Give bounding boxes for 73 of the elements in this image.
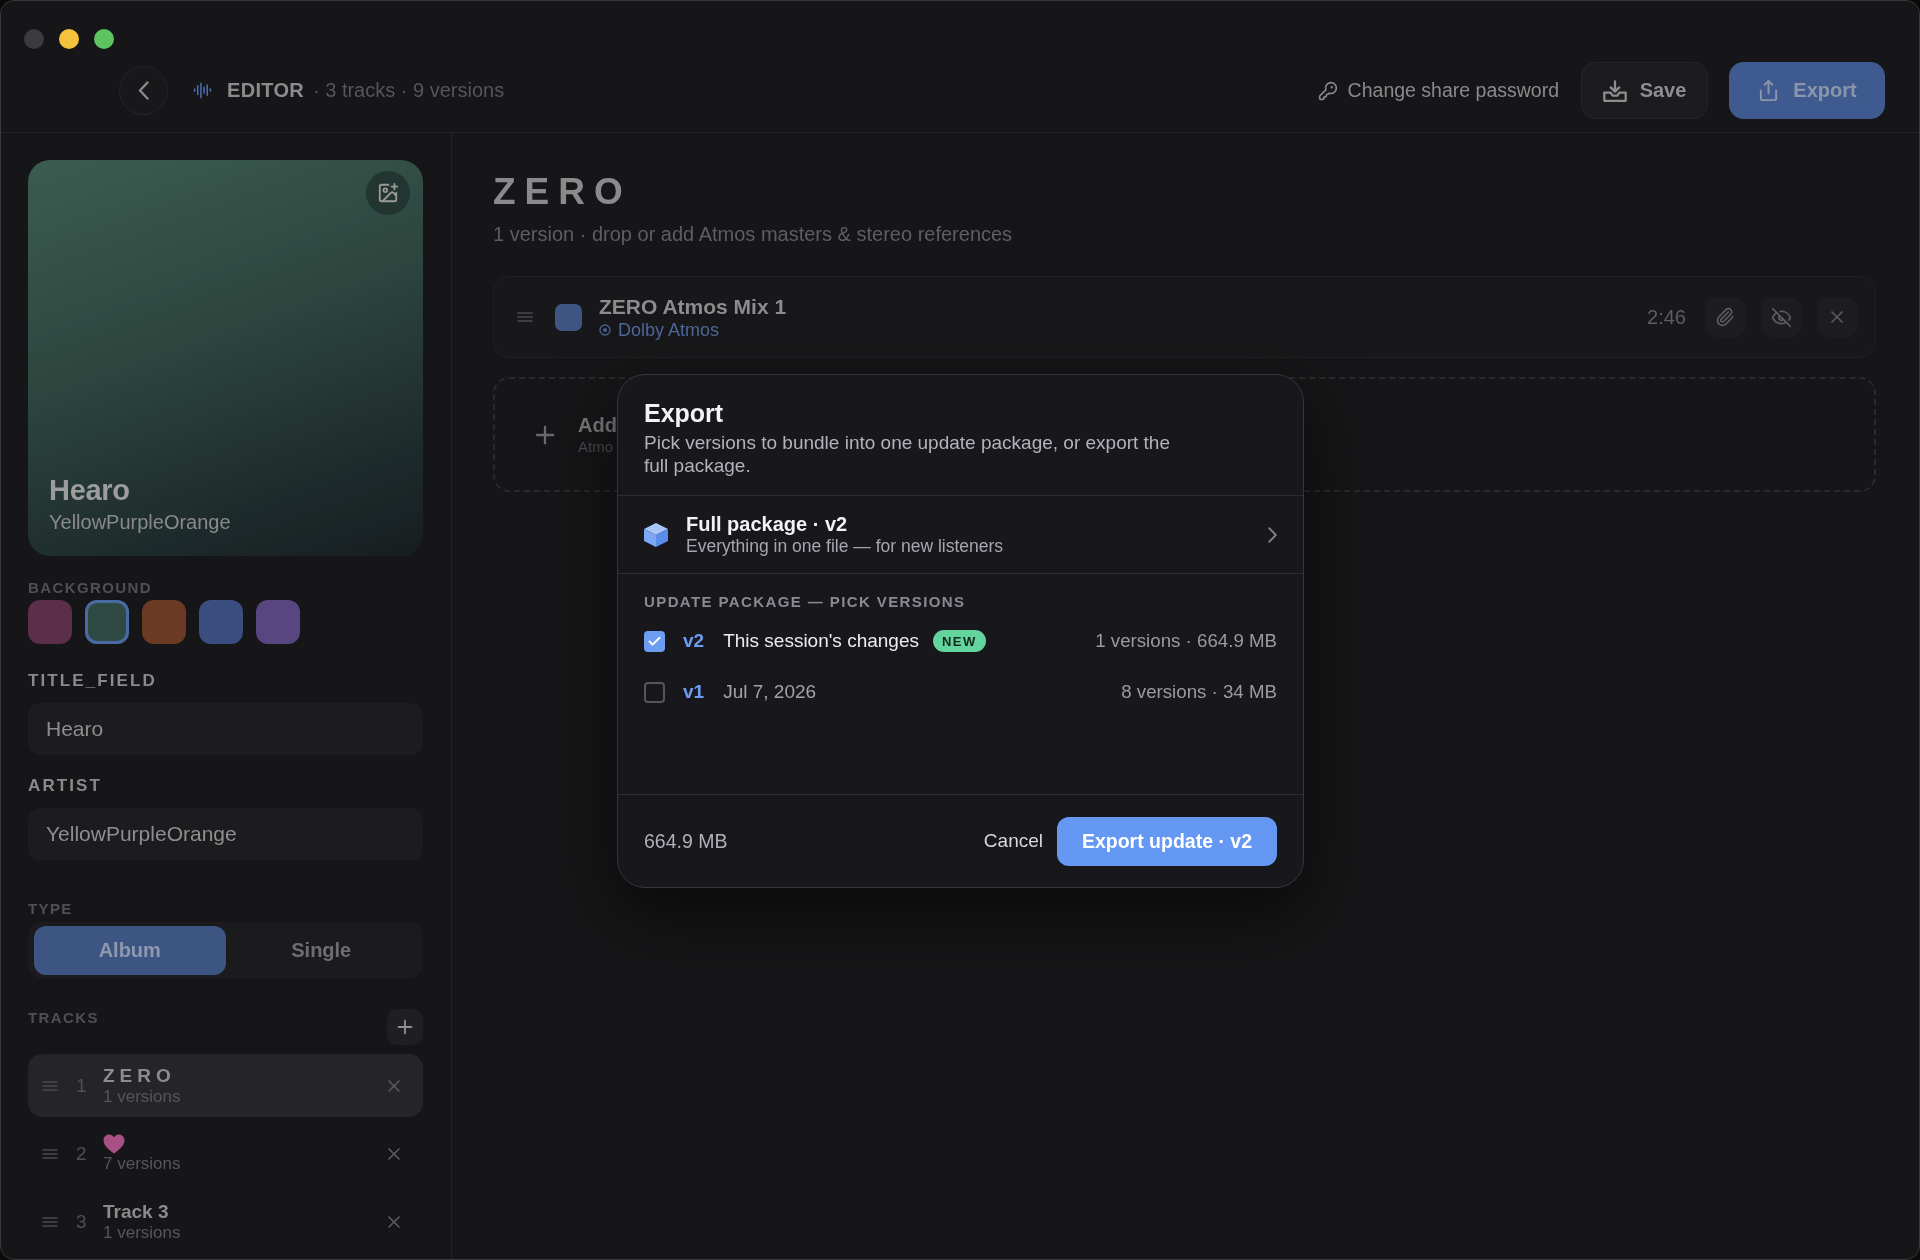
version-name: ZERO Atmos Mix 1 bbox=[599, 294, 787, 319]
input-field[interactable]: Hearo bbox=[28, 703, 423, 755]
hide-button[interactable] bbox=[1761, 297, 1801, 337]
checkbox[interactable] bbox=[644, 630, 665, 652]
dialog-description: Pick versions to bundle into one update package, or export the full package. bbox=[644, 431, 1171, 477]
drag-handle-icon[interactable] bbox=[42, 1080, 58, 1091]
package-option[interactable]: Full package · v2 Everything in one file — for new listeners bbox=[618, 496, 1303, 574]
cube-icon bbox=[644, 522, 668, 547]
window-minimize-icon[interactable] bbox=[59, 29, 79, 49]
type-tab[interactable]: Single bbox=[225, 926, 417, 975]
page-subtitle: 1 version · drop or add Atmos masters & stereo references bbox=[493, 223, 1013, 245]
cover-title: Hearo bbox=[49, 474, 131, 507]
chevron-right-icon bbox=[1268, 526, 1277, 543]
track-number: 2 bbox=[76, 1142, 88, 1165]
section-label: BACKGROUND bbox=[28, 579, 152, 597]
drag-handle-icon[interactable] bbox=[42, 1216, 58, 1227]
version-tag: v1 bbox=[683, 681, 705, 703]
track-title: Track 3 bbox=[103, 1201, 169, 1223]
editor-title: EDITOR bbox=[227, 79, 304, 102]
option-subtitle: Everything in one file — for new listeners bbox=[686, 536, 1004, 556]
track-title: ZERO bbox=[103, 1065, 176, 1087]
duration: 2:46 bbox=[1647, 305, 1686, 329]
section-label: TYPE bbox=[28, 900, 73, 918]
drop-title: Add bbox=[578, 413, 617, 437]
drag-handle-icon[interactable] bbox=[42, 1148, 58, 1159]
version-label: Jul 7, 2026 bbox=[723, 681, 817, 703]
add-image-button[interactable] bbox=[366, 171, 410, 215]
track-versions: 7 versions bbox=[103, 1154, 181, 1173]
attach-button[interactable] bbox=[1705, 297, 1745, 337]
track-versions: 1 versions bbox=[103, 1223, 181, 1242]
input-field[interactable]: YellowPurpleOrange bbox=[28, 808, 423, 860]
section-label: UPDATE PACKAGE — PICK VERSIONS bbox=[644, 593, 966, 610]
color-swatch-icon[interactable] bbox=[199, 600, 243, 644]
waveform-icon bbox=[193, 81, 212, 100]
status-badge: NEW bbox=[933, 630, 986, 652]
dialog-title: Export bbox=[644, 398, 725, 428]
format-label: Dolby Atmos bbox=[618, 319, 720, 340]
field-label: TITLE_FIELD bbox=[28, 671, 157, 691]
cancel-button[interactable]: Cancel bbox=[983, 830, 1043, 852]
cover-artist: YellowPurpleOrange bbox=[49, 511, 232, 534]
heart-icon bbox=[103, 1134, 125, 1154]
color-swatch-icon[interactable] bbox=[28, 600, 72, 644]
image-plus-icon bbox=[377, 182, 399, 204]
total-size: 664.9 MB bbox=[644, 829, 728, 853]
version-details: 1 versions · 664.9 MB bbox=[1095, 630, 1277, 652]
option-title: Full package · v2 bbox=[686, 513, 848, 536]
color-swatch-icon[interactable] bbox=[142, 600, 186, 644]
remove-button[interactable] bbox=[1817, 297, 1857, 337]
paperclip-icon bbox=[1715, 307, 1735, 327]
color-swatch-icon[interactable] bbox=[85, 600, 129, 644]
field-label: ARTIST bbox=[28, 776, 102, 796]
window-close-icon[interactable] bbox=[24, 29, 44, 49]
version-details: 8 versions · 34 MB bbox=[1121, 681, 1277, 703]
change-password-button[interactable]: Change share password bbox=[1317, 79, 1559, 102]
back-button[interactable] bbox=[119, 66, 168, 115]
chevron-left-icon bbox=[138, 81, 149, 100]
editor-summary: · 3 tracks · 9 versions bbox=[313, 79, 505, 102]
export-update-button[interactable]: Export update · v2 bbox=[1057, 816, 1277, 866]
eye-off-icon bbox=[1770, 306, 1792, 328]
section-label: TRACKS bbox=[28, 1009, 99, 1027]
window-zoom-icon[interactable] bbox=[94, 29, 114, 49]
track-number: 3 bbox=[76, 1210, 88, 1233]
version-tag: v2 bbox=[683, 630, 705, 652]
tray-download-icon bbox=[1602, 79, 1627, 102]
version-label: This session's changes bbox=[723, 630, 919, 652]
drag-handle-icon[interactable] bbox=[517, 312, 533, 322]
color-swatch-icon[interactable] bbox=[256, 600, 300, 644]
page-title: ZERO bbox=[493, 171, 632, 213]
key-icon bbox=[1317, 80, 1338, 101]
ring-icon bbox=[599, 323, 611, 336]
add-track-button[interactable] bbox=[387, 1009, 423, 1045]
save-button[interactable]: Save bbox=[1581, 62, 1708, 119]
checkbox[interactable] bbox=[644, 681, 665, 703]
